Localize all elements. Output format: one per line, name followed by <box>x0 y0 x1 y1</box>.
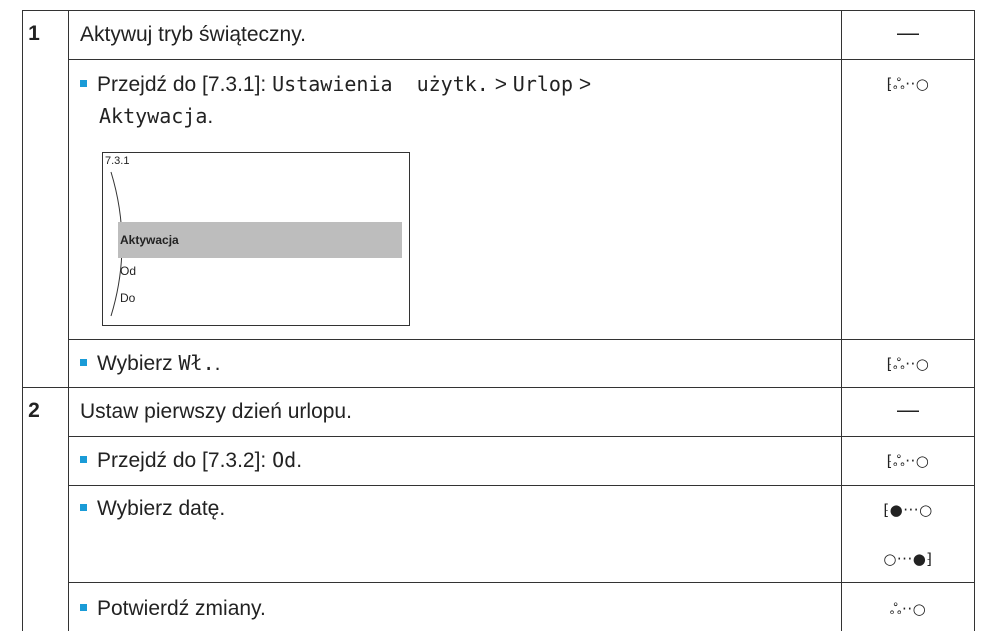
step-title: Aktywuj tryb świąteczny. <box>80 23 307 46</box>
substep-navigate-cont: Aktywacja. <box>99 104 214 128</box>
row-divider <box>22 387 974 388</box>
substep-confirm: Potwierdź zmiany. <box>80 595 266 623</box>
value-od: Od <box>272 448 297 472</box>
column-divider <box>841 10 842 631</box>
row-divider <box>68 339 974 340</box>
controller-screen: 7.3.1 Aktywacja Od Do <box>102 152 410 326</box>
dial-turn-icon: ⁅ஃ··○ <box>886 452 930 470</box>
dial-turn-icon: ⁅ஃ··○ <box>886 355 930 373</box>
instruction-table: 1 Aktywuj tryb świąteczny. — Przejdź do … <box>0 0 993 631</box>
screen-item-do: Do <box>120 291 136 305</box>
value-wl: Wł. <box>178 351 215 375</box>
step-title: Ustaw pierwszy dzień urlopu. <box>80 400 352 423</box>
row-divider <box>68 582 974 583</box>
screen-item-od: Od <box>120 264 137 278</box>
dash-mark: — <box>897 397 919 422</box>
row-divider <box>68 59 974 60</box>
screen-code: 7.3.1 <box>105 155 130 167</box>
row-divider <box>22 10 974 11</box>
menu-urlop: Urlop <box>512 72 574 96</box>
bullet-icon <box>80 603 87 611</box>
dial-right-icon: ○···●⁆ <box>883 550 933 568</box>
substep-select-date: Wybierz datę. <box>80 495 225 523</box>
dial-left-icon: ⁅●···○ <box>883 501 933 519</box>
row-divider <box>68 436 974 437</box>
row-divider <box>68 485 974 486</box>
substep-navigate: Przejdź do [7.3.1]: Ustawienia użytk. > … <box>80 70 591 99</box>
column-divider <box>974 10 975 631</box>
dial-turn-icon: ⁅ஃ··○ <box>886 75 930 93</box>
dial-press-icon: ஃ··○ <box>889 600 927 618</box>
column-divider <box>22 10 23 631</box>
substep-select: Wybierz Wł.. <box>80 349 220 378</box>
step-number: 1 <box>28 22 40 45</box>
bullet-icon <box>80 79 87 87</box>
column-divider <box>68 10 69 631</box>
menu-aktywacja: Aktywacja <box>99 104 208 128</box>
bullet-icon <box>80 503 87 511</box>
menu-path: Ustawienia użytk. <box>272 72 489 96</box>
screen-item-aktywacja: Aktywacja <box>120 233 179 247</box>
substep-navigate: Przejdź do [7.3.2]: Od. <box>80 446 302 475</box>
dash-mark: — <box>897 20 919 45</box>
step-number: 2 <box>28 399 40 422</box>
bullet-icon <box>80 358 87 366</box>
bullet-icon <box>80 455 87 463</box>
